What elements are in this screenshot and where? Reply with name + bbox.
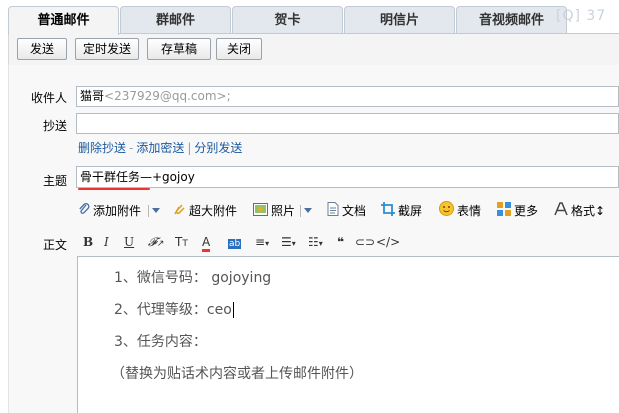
more-icon — [497, 201, 511, 222]
cc-label: 抄送 — [42, 119, 67, 133]
chevron-down-icon — [303, 204, 313, 218]
separate-send-link[interactable]: 分别发送 — [194, 141, 242, 155]
text-caret — [232, 302, 234, 318]
tab-postcard[interactable]: 明信片 — [344, 6, 455, 34]
tab-group-mail[interactable]: 群邮件 — [120, 6, 231, 34]
highlight-icon[interactable]: ab — [228, 232, 242, 252]
format-label: 格式 — [571, 204, 596, 218]
body-line: 2、代理等级：ceo — [114, 302, 234, 318]
recipient-address: <237929@qq.com>; — [104, 89, 231, 103]
more-button[interactable]: 更多 — [497, 201, 538, 221]
format-button[interactable]: 格式↕ — [554, 201, 605, 221]
body-line: （替换为贴话术内容或者上传邮件附件） — [111, 366, 363, 382]
large-attachment-icon — [173, 202, 186, 222]
emoticon-label: 表情 — [457, 204, 482, 218]
font-icon[interactable]: 𝓕↗ — [148, 232, 164, 252]
large-attachment-button[interactable]: 超大附件 — [173, 201, 237, 221]
cc-field[interactable] — [76, 113, 619, 134]
subject-underline — [78, 188, 150, 190]
screenshot-button[interactable]: 截屏 — [381, 201, 422, 221]
paperclip-icon — [78, 202, 90, 222]
quote-icon[interactable]: ❝ — [337, 232, 344, 252]
format-icon — [554, 201, 568, 222]
photos-button[interactable]: 照片 — [253, 201, 295, 221]
large-attachment-label: 超大附件 — [189, 204, 238, 218]
add-attachment-button[interactable]: 添加附件 — [78, 201, 141, 221]
align-icon[interactable]: ≡▾ — [255, 232, 269, 252]
save-draft-button[interactable]: 存草稿 — [147, 38, 211, 60]
link-icon[interactable]: ⊂⊃ — [355, 232, 375, 252]
body-editor[interactable]: 1、微信号码： gojoying 2、代理等级：ceo 3、任务内容： （替换为… — [77, 256, 619, 413]
link-separator: | — [187, 141, 192, 155]
tab-av-mail[interactable]: 音视频邮件 — [456, 6, 567, 34]
separator — [300, 205, 301, 217]
italic-icon[interactable]: I — [104, 232, 109, 252]
body-line: 1、微信号码： gojoying — [114, 270, 272, 286]
emoticon-button[interactable]: 表情 — [439, 201, 481, 221]
bold-icon[interactable]: B — [83, 232, 93, 252]
cc-links: 删除抄送 - 添加密送 | 分别发送 — [78, 139, 242, 156]
sort-arrows-icon: ↕ — [595, 204, 606, 218]
document-button[interactable]: 文档 — [327, 201, 366, 221]
body-label: 正文 — [42, 238, 67, 252]
link-separator: - — [129, 141, 134, 155]
recipient-field[interactable]: 猫哥<237929@qq.com>; — [76, 86, 619, 107]
photo-icon — [253, 202, 268, 222]
recipient-name: 猫哥 — [80, 89, 105, 103]
code-icon[interactable]: </> — [376, 232, 400, 252]
separator — [148, 205, 149, 217]
font-color-icon[interactable]: A — [202, 232, 211, 252]
recipient-label: 收件人 — [30, 91, 67, 105]
screenshot-label: 截屏 — [398, 204, 423, 218]
watermark: [Q] 37 — [556, 8, 607, 24]
document-icon — [327, 201, 339, 222]
close-button[interactable]: 关闭 — [216, 38, 262, 60]
attachment-dropdown[interactable] — [151, 201, 161, 221]
compose-type-tabs: 普通邮件 群邮件 贺卡 明信片 音视频邮件 [Q] 37 — [0, 0, 619, 35]
photos-dropdown[interactable] — [303, 201, 313, 221]
send-button[interactable]: 发送 — [17, 38, 67, 60]
document-label: 文档 — [342, 204, 367, 218]
more-label: 更多 — [514, 204, 539, 218]
chevron-down-icon — [151, 204, 161, 218]
action-toolbar: 发送 定时发送 存草稿 关闭 — [8, 33, 619, 65]
photos-label: 照片 — [271, 204, 296, 218]
scheduled-send-button[interactable]: 定时发送 — [75, 38, 139, 60]
underline-icon[interactable]: U — [124, 232, 134, 252]
subject-field[interactable]: 骨干群任务—+gojoy — [76, 166, 619, 188]
tab-normal-mail[interactable]: 普通邮件 — [8, 6, 119, 35]
add-attachment-label: 添加附件 — [93, 204, 142, 218]
numbered-list-icon[interactable]: ☷▾ — [308, 232, 323, 252]
bullet-list-icon[interactable]: ☰▾ — [281, 232, 296, 252]
body-line: 3、任务内容： — [114, 334, 207, 350]
add-bcc-link[interactable]: 添加密送 — [136, 141, 184, 155]
screenshot-icon — [381, 201, 395, 222]
delete-cc-link[interactable]: 删除抄送 — [78, 141, 126, 155]
emoticon-icon — [439, 201, 454, 222]
font-size-icon[interactable]: TT — [175, 232, 188, 252]
subject-label: 主题 — [42, 174, 67, 188]
tab-greeting-card[interactable]: 贺卡 — [232, 6, 343, 34]
